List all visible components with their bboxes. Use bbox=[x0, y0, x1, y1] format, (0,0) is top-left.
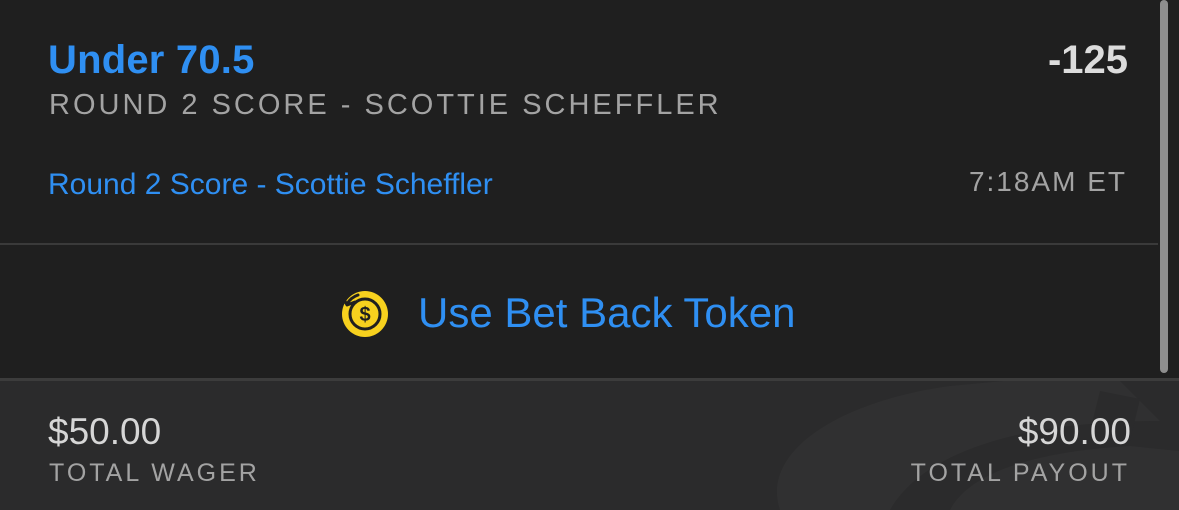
bet-card[interactable]: Under 70.5 -125 ROUND 2 SCORE - SCOTTIE … bbox=[0, 0, 1179, 244]
bet-summary: $50.00 TOTAL WAGER $90.00 TOTAL PAYOUT bbox=[0, 381, 1179, 510]
use-bet-back-token-button[interactable]: $ Use Bet Back Token bbox=[0, 245, 1160, 378]
bet-market: ROUND 2 SCORE - SCOTTIE SCHEFFLER bbox=[49, 89, 722, 121]
total-wager-label: TOTAL WAGER bbox=[49, 459, 260, 487]
event-time: 7:18AM ET bbox=[968, 166, 1127, 197]
total-wager-amount: $50.00 bbox=[48, 411, 162, 452]
bet-back-label: Use Bet Back Token bbox=[418, 289, 796, 336]
scrollbar[interactable] bbox=[1160, 0, 1168, 373]
bet-slip: Under 70.5 -125 ROUND 2 SCORE - SCOTTIE … bbox=[0, 0, 1179, 510]
total-payout-amount: $90.00 bbox=[1017, 411, 1131, 452]
bet-back-token-icon: $ bbox=[341, 291, 388, 337]
bet-selection: Under 70.5 bbox=[48, 38, 255, 82]
bet-odds: -125 bbox=[1047, 38, 1128, 82]
total-payout-label: TOTAL PAYOUT bbox=[910, 459, 1130, 487]
event-link[interactable]: Round 2 Score - Scottie Scheffler bbox=[48, 168, 493, 202]
svg-text:$: $ bbox=[359, 304, 370, 326]
